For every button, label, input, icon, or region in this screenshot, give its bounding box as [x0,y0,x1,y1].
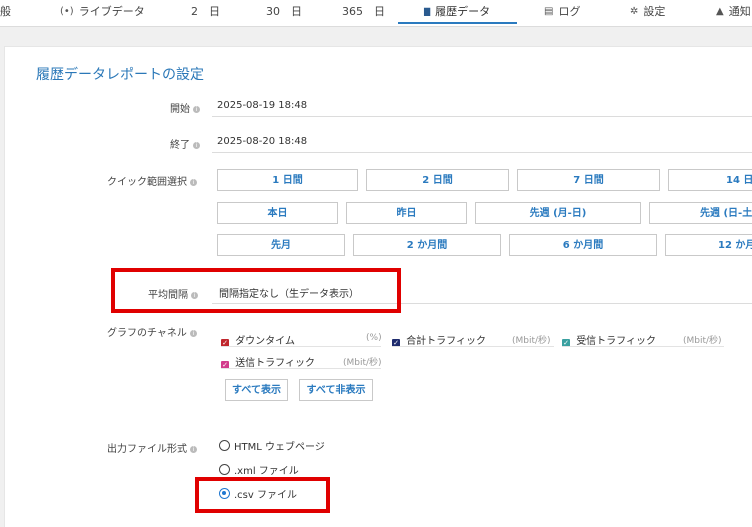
channel-received-traffic[interactable]: ✓ 受信トラフィック (Mbit/秒) [562,332,724,347]
quick-range-label-text: クイック範囲選択 [107,177,187,188]
quick-range-label: クイック範囲選択 i [107,173,197,188]
active-tab-indicator [398,22,517,24]
tab-historic-data[interactable]: ▇ 履歴データ [424,0,490,24]
quick-last-week-mon-sun-button[interactable]: 先週 (月-日) [475,202,641,224]
tab-general[interactable]: 般 [0,0,11,24]
top-tab-bar: 般 (•) ライブデータ 2 日 30 日 365 日 ▇ 履歴データ ▤ ログ ✲ 設… [0,0,752,27]
log-icon: ▤ [544,6,554,17]
channel-underline [392,346,554,347]
bell-icon: ▲ [716,6,724,17]
tab-label: 30 日 [266,5,302,18]
info-icon: i [189,330,197,337]
graph-channels-label: グラフのチャネル i [107,324,197,339]
tab-log[interactable]: ▤ ログ [544,0,580,24]
end-label-text: 終了 [170,140,190,151]
channel-underline [221,346,381,347]
graph-channels-label-text: グラフのチャネル [107,328,187,339]
output-format-label: 出力ファイル形式 i [107,440,197,455]
tab-30-days[interactable]: 30 日 [266,0,302,24]
annotation-highlight-csv-format [195,477,330,513]
format-xml-radio[interactable]: .xml ファイル [219,462,299,477]
info-icon: i [193,106,200,113]
quick-today-button[interactable]: 本日 [217,202,338,224]
start-field-underline [212,116,752,117]
channel-underline [221,368,381,369]
channel-underline [562,346,724,347]
channel-unit: (Mbit/秒) [512,336,551,346]
tab-365-days[interactable]: 365 日 [342,0,385,24]
channel-unit: (Mbit/秒) [683,336,722,346]
tab-label: 365 日 [342,5,385,18]
tab-settings[interactable]: ✲ 設定 [630,0,665,24]
start-label-text: 開始 [170,104,190,115]
info-icon: i [190,179,197,186]
page-title: 履歴データレポートの設定 [36,67,204,83]
info-icon: i [193,142,200,149]
end-label: 終了 i [170,136,200,151]
gear-icon: ✲ [630,6,639,17]
tab-label: ログ [558,5,581,18]
channel-total-traffic[interactable]: ✓ 合計トラフィック (Mbit/秒) [392,332,554,347]
channel-unit: (Mbit/秒) [343,358,382,368]
radio-icon [219,464,230,475]
radio-icon [219,440,230,451]
format-label: .xml ファイル [234,466,299,477]
quick-7-days-button[interactable]: 7 日間 [517,169,660,191]
quick-2-months-button[interactable]: 2 か月間 [353,234,501,256]
format-label: HTML ウェブページ [234,442,325,453]
start-field[interactable]: 2025-08-19 18:48 [217,100,307,111]
tab-label: ライブデータ [78,5,145,18]
annotation-highlight-average-interval [111,268,401,313]
quick-2-days-button[interactable]: 2 日間 [366,169,509,191]
quick-last-month-button[interactable]: 先月 [217,234,345,256]
hide-all-button[interactable]: すべて非表示 [299,379,373,401]
start-label: 開始 i [170,100,200,115]
format-html-radio[interactable]: HTML ウェブページ [219,438,325,453]
tab-label: 通知 [728,5,751,18]
end-field[interactable]: 2025-08-20 18:48 [217,136,307,147]
quick-12-months-button[interactable]: 12 か月間 [665,234,752,256]
tab-live-data[interactable]: (•) ライブデータ [60,0,145,24]
tab-label: 2 日 [191,5,220,18]
info-icon: i [190,446,197,453]
channel-unit: (%) [366,333,382,343]
quick-yesterday-button[interactable]: 昨日 [346,202,467,224]
quick-6-months-button[interactable]: 6 か月間 [509,234,657,256]
channel-downtime[interactable]: ✓ ダウンタイム (%) [221,332,382,347]
quick-last-week-sun-sat-button[interactable]: 先週 (日-土) [649,202,752,224]
tab-label: 設定 [643,5,666,18]
end-field-underline [212,152,752,153]
tab-label: 般 [0,5,11,18]
show-all-button[interactable]: すべて表示 [225,379,288,401]
output-format-label-text: 出力ファイル形式 [107,444,187,455]
quick-14-days-button[interactable]: 14 日間 [668,169,752,191]
broadcast-icon: (•) [60,6,74,17]
quick-1-day-button[interactable]: 1 日間 [217,169,358,191]
channel-sent-traffic[interactable]: ✓ 送信トラフィック (Mbit/秒) [221,354,382,369]
tab-2-days[interactable]: 2 日 [191,0,220,24]
tab-notifications[interactable]: ▲ 通知 [716,0,751,24]
